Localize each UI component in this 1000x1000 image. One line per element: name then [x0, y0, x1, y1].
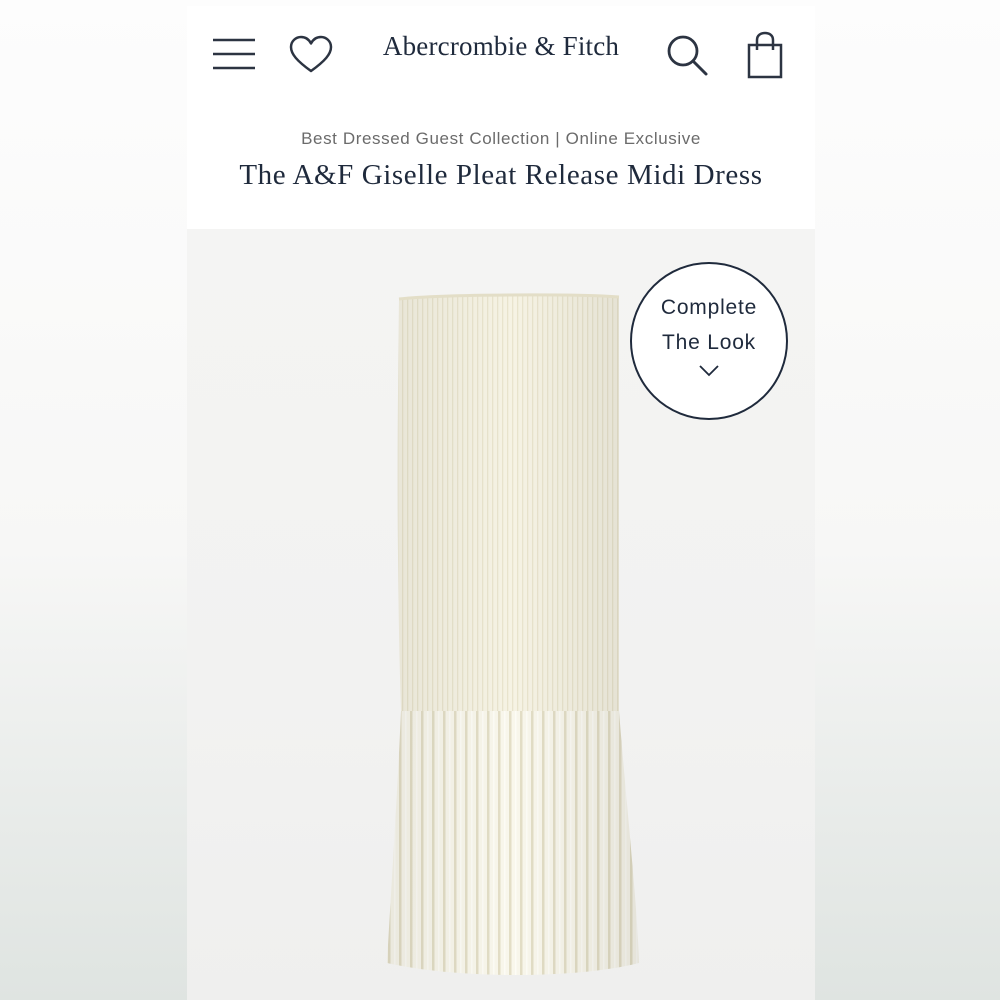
complete-the-look-button[interactable]: Complete The Look [630, 262, 788, 420]
product-image[interactable]: Complete The Look [187, 229, 815, 1000]
complete-the-look-label-line1: Complete [660, 296, 758, 319]
collection-subtitle: Best Dressed Guest Collection | Online E… [301, 129, 701, 148]
heart-icon[interactable] [288, 35, 334, 75]
product-title: The A&F Giselle Pleat Release Midi Dress [239, 159, 763, 191]
brand-logo[interactable]: Abercrombie & Fitch [371, 31, 631, 62]
site-header: Abercrombie & Fitch [187, 6, 815, 106]
dress-image [387, 293, 639, 975]
search-icon[interactable] [665, 33, 709, 77]
phone-screen: Abercrombie & Fitch Best Dressed Guest C… [187, 6, 815, 1000]
menu-icon[interactable] [211, 36, 257, 72]
complete-the-look-label-line2: The Look [662, 331, 756, 354]
shopping-bag-icon[interactable] [745, 31, 785, 79]
chevron-down-icon [699, 365, 719, 377]
